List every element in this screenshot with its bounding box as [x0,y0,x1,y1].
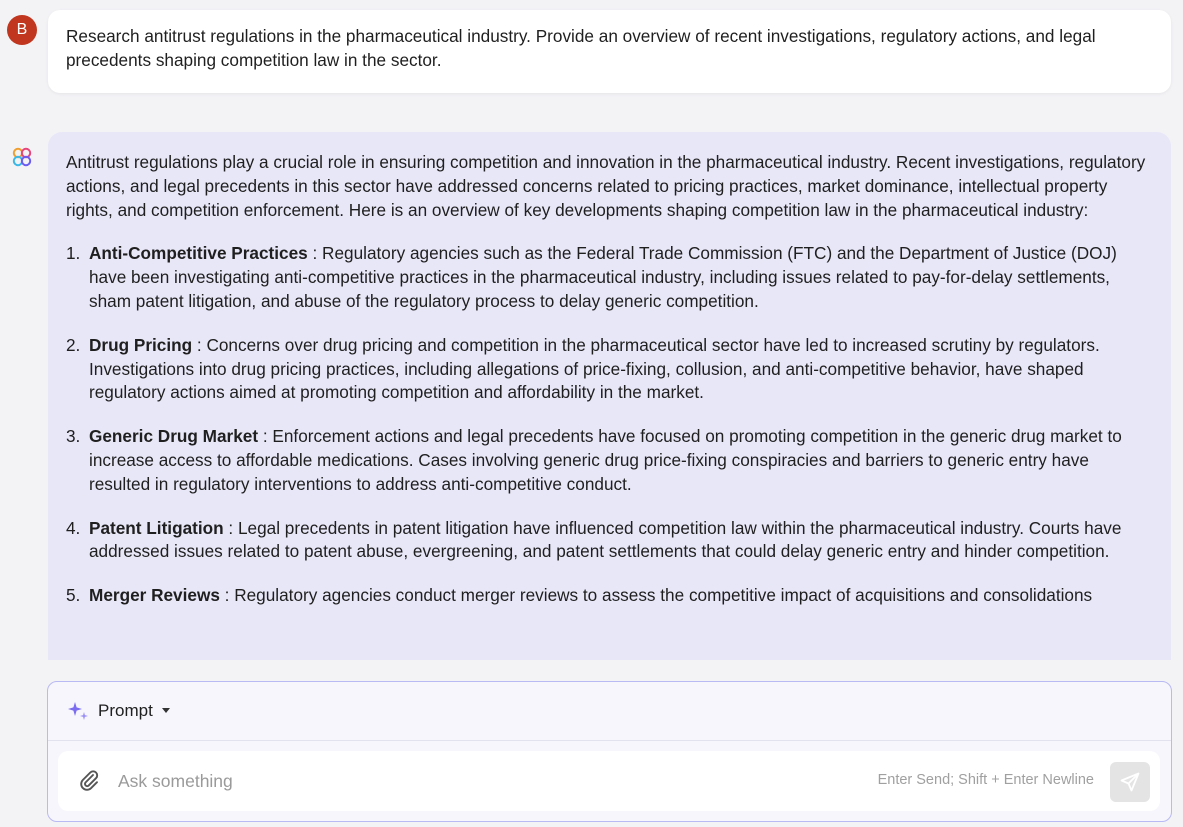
caret-down-icon[interactable] [162,708,170,713]
message-input-box: Enter Send; Shift + Enter Newline [58,751,1160,811]
list-item-title: Drug Pricing [89,334,193,355]
list-item-title: Anti-Competitive Practices [89,243,308,264]
send-icon [1120,772,1140,792]
app-root: B Research antitrust regulations in the … [0,0,1183,827]
prompt-mode-label[interactable]: Prompt [98,700,153,722]
list-item-title: Patent Litigation [89,517,224,538]
assistant-list: 1. Anti-Competitive Practices : Regulator… [66,242,1153,608]
list-item: 4. Patent Litigation : Legal precedents i… [66,517,1153,565]
user-message: Research antitrust regulations in the ph… [48,10,1171,93]
list-item-number: 1. [66,243,81,264]
paperclip-icon[interactable] [76,768,102,794]
chat-area[interactable]: B Research antitrust regulations in the … [0,0,1183,660]
user-message-text: Research antitrust regulations in the ph… [66,26,1096,70]
list-item-text: : Legal precedents in patent litigation … [89,517,1122,562]
list-item-title: Generic Drug Market [89,426,259,447]
user-avatar: B [7,15,37,45]
list-item: 3. Generic Drug Market : Enforcement acti… [66,425,1153,496]
list-item-number: 4. [66,517,81,538]
list-item: 5. Merger Reviews : Regulatory agencies c… [66,584,1153,608]
assistant-intro: Antitrust regulations play a crucial rol… [66,152,1146,220]
list-item-number: 2. [66,334,81,355]
list-item-title: Merger Reviews [89,585,220,606]
ask-input[interactable] [118,768,618,794]
list-item: 1. Anti-Competitive Practices : Regulator… [66,242,1153,313]
send-button[interactable] [1110,762,1150,802]
list-item-text: : Concerns over drug pricing and competi… [89,334,1100,403]
list-item: 2. Drug Pricing : Concerns over drug pric… [66,334,1153,405]
send-hint: Enter Send; Shift + Enter Newline [877,772,1094,788]
list-item-number: 3. [66,426,81,447]
list-item-number: 5. [66,585,81,606]
prompt-mode-selector[interactable]: Prompt [48,682,1171,741]
assistant-message: Antitrust regulations play a crucial rol… [48,132,1171,660]
multicolor-flower-icon [12,147,32,167]
list-item-text: : Regulatory agencies conduct merger rev… [219,585,1093,606]
sparkle-icon [68,702,88,720]
composer-panel: Prompt Enter Send; Shift + Enter Newline [47,681,1172,822]
